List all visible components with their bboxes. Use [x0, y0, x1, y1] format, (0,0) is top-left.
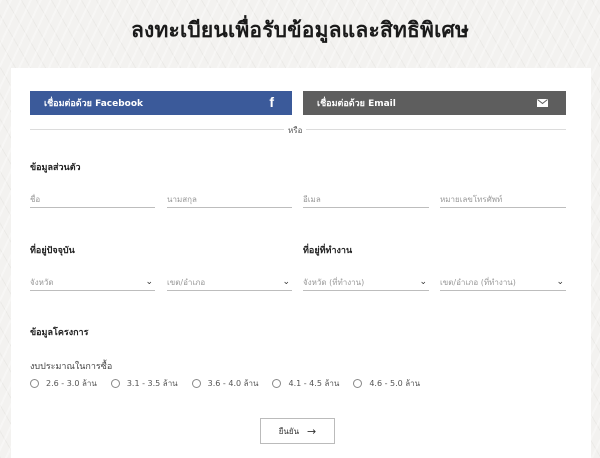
phone-field[interactable]: หมายเลขโทรศัพท์ [440, 190, 566, 208]
email-connect-label: เชื่อมต่อด้วย Email [317, 99, 396, 109]
facebook-icon: f [269, 94, 274, 110]
budget-radio-group: 2.6 - 3.0 ล้าน 3.1 - 3.5 ล้าน 3.6 - 4.0 … [30, 377, 434, 390]
first-name-field[interactable]: ชื่อ [30, 190, 155, 208]
province-select[interactable]: จังหวัด ⌄ [30, 273, 155, 291]
facebook-connect-button[interactable]: เชื่อมต่อด้วย Facebook f [30, 91, 292, 115]
personal-info-heading: ข้อมูลส่วนตัว [30, 163, 81, 173]
budget-option[interactable]: 3.1 - 3.5 ล้าน [110, 377, 178, 390]
current-address-heading: ที่อยู่ปัจจุบัน [30, 246, 75, 256]
province-select-value: จังหวัด [30, 278, 54, 287]
chevron-down-icon: ⌄ [145, 277, 153, 287]
email-placeholder: อีเมล [303, 195, 321, 204]
work-address-heading: ที่อยู่ที่ทำงาน [303, 246, 353, 256]
radio-circle-icon[interactable] [30, 379, 39, 388]
budget-option[interactable]: 4.6 - 5.0 ล้าน [353, 377, 420, 390]
first-name-placeholder: ชื่อ [30, 195, 41, 204]
submit-button[interactable]: ยืนยัน → [260, 418, 335, 444]
radio-circle-icon[interactable] [191, 379, 201, 388]
radio-circle-icon[interactable] [110, 379, 120, 388]
radio-circle-icon[interactable] [272, 379, 282, 388]
budget-option-label: 4.6 - 5.0 ล้าน [369, 379, 421, 388]
work-province-select[interactable]: จังหวัด (ที่ทำงาน) ⌄ [303, 273, 429, 291]
email-field[interactable]: อีเมล [303, 190, 429, 208]
radio-circle-icon[interactable] [353, 379, 363, 388]
work-district-select-value: เขต/อำเภอ (ที่ทำงาน) [440, 278, 516, 287]
chevron-down-icon: ⌄ [419, 277, 427, 287]
work-province-select-value: จังหวัด (ที่ทำงาน) [303, 278, 365, 287]
budget-option-label: 2.6 - 3.0 ล้าน [46, 379, 97, 388]
last-name-field[interactable]: นามสกุล [167, 190, 292, 208]
district-select[interactable]: เขต/อำเภอ ⌄ [167, 273, 292, 291]
budget-option-label: 3.6 - 4.0 ล้าน [207, 379, 259, 388]
project-info-heading: ข้อมูลโครงการ [30, 328, 89, 338]
envelope-icon [537, 99, 548, 110]
chevron-down-icon: ⌄ [556, 277, 564, 287]
phone-placeholder: หมายเลขโทรศัพท์ [440, 195, 503, 204]
last-name-placeholder: นามสกุล [167, 195, 197, 204]
budget-label: งบประมาณในการซื้อ [30, 362, 113, 372]
work-district-select[interactable]: เขต/อำเภอ (ที่ทำงาน) ⌄ [440, 273, 566, 291]
or-label: หรือ [284, 124, 307, 137]
email-connect-button[interactable]: เชื่อมต่อด้วย Email [303, 91, 566, 115]
budget-option[interactable]: 4.1 - 4.5 ล้าน [272, 377, 339, 390]
page-title: ลงทะเบียนเพื่อรับข้อมูลและสิทธิพิเศษ [130, 18, 470, 42]
budget-option[interactable]: 3.6 - 4.0 ล้าน [191, 377, 259, 390]
district-select-value: เขต/อำเภอ [167, 278, 206, 287]
chevron-down-icon: ⌄ [282, 277, 290, 287]
budget-option[interactable]: 2.6 - 3.0 ล้าน [30, 377, 97, 390]
facebook-connect-label: เชื่อมต่อด้วย Facebook [44, 99, 144, 109]
budget-option-label: 3.1 - 3.5 ล้าน [126, 379, 178, 388]
budget-option-label: 4.1 - 4.5 ล้าน [288, 379, 340, 388]
submit-label: ยืนยัน [278, 426, 300, 436]
arrow-right-icon: → [307, 424, 317, 438]
